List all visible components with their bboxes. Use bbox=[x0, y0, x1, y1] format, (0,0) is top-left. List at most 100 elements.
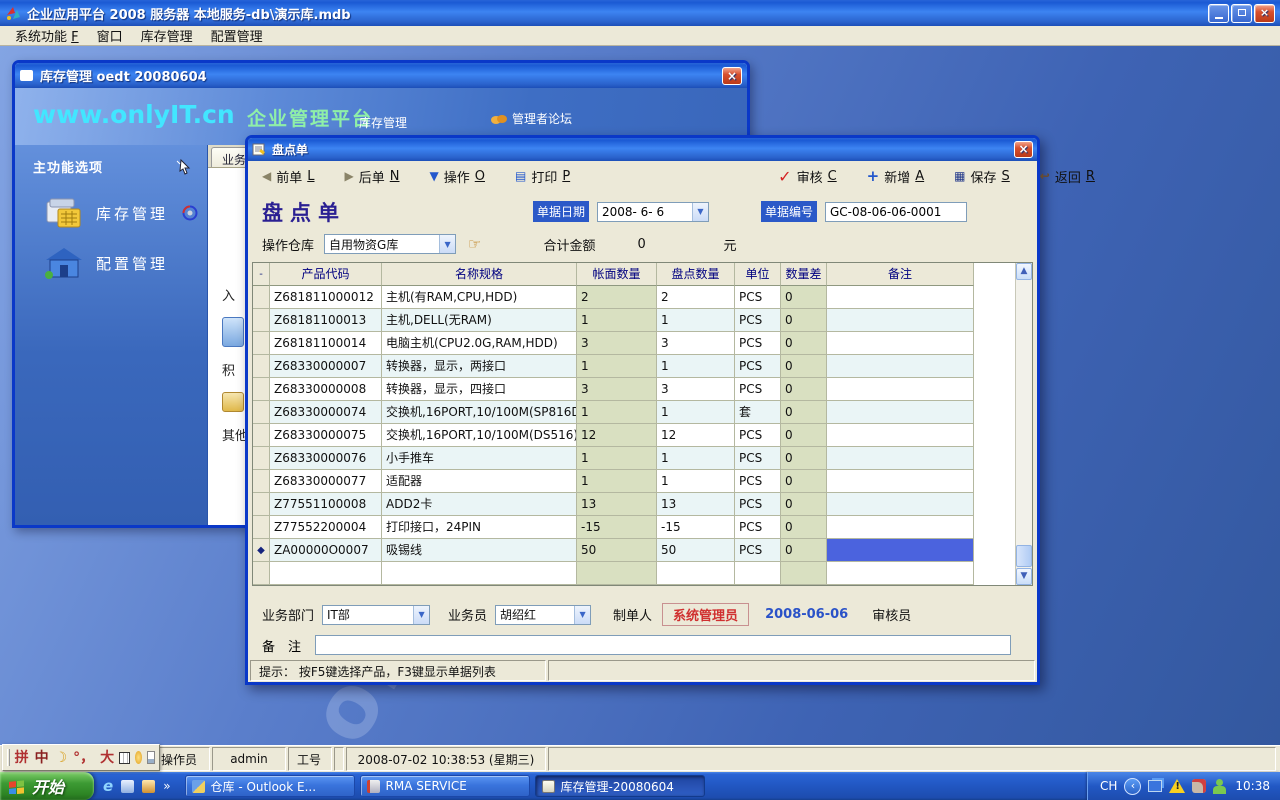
minimize-button[interactable] bbox=[1208, 3, 1229, 23]
warning-icon[interactable] bbox=[1169, 779, 1186, 793]
table-cell[interactable]: 3 bbox=[577, 378, 657, 402]
remark-input[interactable] bbox=[315, 635, 1011, 656]
table-cell[interactable] bbox=[827, 447, 974, 471]
drag-handle-icon[interactable] bbox=[7, 749, 10, 766]
start-button[interactable]: 开始 bbox=[0, 772, 94, 800]
table-cell[interactable]: 1 bbox=[577, 447, 657, 471]
table-cell[interactable]: PCS bbox=[735, 539, 781, 563]
quick-launch-icon[interactable] bbox=[142, 779, 156, 793]
menu-item[interactable]: 系统功能 F bbox=[6, 25, 88, 46]
table-cell[interactable]: Z68181100013 bbox=[270, 309, 382, 333]
table-cell[interactable]: 0 bbox=[781, 447, 827, 471]
language-indicator[interactable]: CH bbox=[1100, 779, 1117, 793]
table-cell[interactable]: Z68181100014 bbox=[270, 332, 382, 356]
vertical-scrollbar[interactable]: ▲ ▼ bbox=[1015, 263, 1032, 586]
chevron-down-icon[interactable]: ▼ bbox=[439, 235, 456, 254]
dialog-title-bar[interactable]: 盘点单 × bbox=[248, 138, 1037, 161]
ime-notepad-icon[interactable] bbox=[146, 751, 155, 764]
table-row[interactable]: Z68330000076 小手推车 1 1 PCS 0 bbox=[253, 447, 975, 471]
table-cell[interactable]: 12 bbox=[577, 424, 657, 448]
table-cell[interactable]: 12 bbox=[657, 424, 735, 448]
print-button[interactable]: ▤ 打印 P bbox=[515, 167, 570, 186]
table-row[interactable]: Z68330000075 交换机,16PORT,10/100M(DS516) 12 1… bbox=[253, 424, 975, 448]
table-cell[interactable]: PCS bbox=[735, 309, 781, 333]
taskbar-task-button[interactable]: 库存管理-20080604 bbox=[534, 775, 705, 797]
audit-button[interactable]: ✓ 审核 C bbox=[778, 167, 837, 186]
table-cell[interactable] bbox=[827, 309, 974, 333]
table-cell[interactable]: 1 bbox=[657, 401, 735, 425]
table-cell[interactable] bbox=[577, 562, 657, 586]
table-cell[interactable]: 13 bbox=[657, 493, 735, 517]
table-cell[interactable]: Z68330000075 bbox=[270, 424, 382, 448]
table-cell[interactable] bbox=[827, 355, 974, 379]
table-cell[interactable]: ZA00000O0007 bbox=[270, 539, 382, 563]
table-cell[interactable] bbox=[270, 562, 382, 586]
table-cell[interactable]: 0 bbox=[781, 286, 827, 310]
table-cell[interactable]: 0 bbox=[781, 424, 827, 448]
table-cell[interactable]: 0 bbox=[781, 401, 827, 425]
table-cell[interactable]: 3 bbox=[577, 332, 657, 356]
table-cell[interactable]: 打印接口，24PIN bbox=[382, 516, 577, 540]
table-cell[interactable] bbox=[827, 286, 974, 310]
table-cell[interactable] bbox=[735, 562, 781, 586]
table-cell[interactable]: Z68330000007 bbox=[270, 355, 382, 379]
taskbar-task-button[interactable]: RMA SERVICE bbox=[359, 775, 530, 797]
pointing-hand-icon[interactable]: ☞ bbox=[468, 235, 481, 253]
table-cell[interactable]: 13 bbox=[577, 493, 657, 517]
new-button[interactable]: + 新增 A bbox=[867, 167, 925, 186]
table-cell[interactable]: 0 bbox=[781, 309, 827, 333]
ime-item[interactable]: ☽ bbox=[55, 751, 68, 765]
table-cell[interactable]: PCS bbox=[735, 286, 781, 310]
table-cell[interactable]: Z77552200004 bbox=[270, 516, 382, 540]
date-combobox[interactable]: 2008- 6- 6 ▼ bbox=[596, 201, 709, 222]
table-cell[interactable] bbox=[382, 562, 577, 586]
table-cell[interactable]: 50 bbox=[657, 539, 735, 563]
collapse-tray-icon[interactable]: ‹ bbox=[1124, 777, 1142, 795]
table-cell[interactable]: Z681811000012 bbox=[270, 286, 382, 310]
table-cell[interactable]: 吸锡线 bbox=[382, 539, 577, 563]
chevron-more-icon[interactable]: » bbox=[163, 779, 170, 793]
table-cell[interactable] bbox=[827, 424, 974, 448]
network-icon[interactable] bbox=[1148, 780, 1163, 792]
table-row[interactable]: Z68330000007 转换器，显示，两接口 1 1 PCS 0 bbox=[253, 355, 975, 379]
next-button[interactable]: ▶ 后单 N bbox=[345, 167, 400, 186]
table-row[interactable]: Z68330000008 转换器，显示，四接口 3 3 PCS 0 bbox=[253, 378, 975, 402]
ime-item[interactable]: 中 bbox=[35, 751, 49, 765]
ie-icon[interactable]: e bbox=[103, 777, 113, 795]
table-cell[interactable]: 0 bbox=[781, 516, 827, 540]
warehouse-combobox[interactable]: 自用物资G库 ▼ bbox=[324, 234, 457, 255]
save-button[interactable]: ▦ 保存 S bbox=[954, 167, 1010, 186]
scrollbar-thumb[interactable] bbox=[1016, 545, 1032, 568]
table-cell[interactable] bbox=[827, 401, 974, 425]
table-cell[interactable]: 交换机,16PORT,10/100M(DS516) bbox=[382, 424, 577, 448]
table-cell[interactable]: PCS bbox=[735, 355, 781, 379]
table-cell[interactable]: -15 bbox=[577, 516, 657, 540]
table-cell[interactable] bbox=[827, 470, 974, 494]
table-row[interactable]: Z681811000012 主机(有RAM,CPU,HDD) 2 2 PCS 0 bbox=[253, 286, 975, 310]
table-cell[interactable]: 转换器，显示，两接口 bbox=[382, 355, 577, 379]
table-cell[interactable]: Z68330000076 bbox=[270, 447, 382, 471]
table-cell[interactable]: 1 bbox=[657, 447, 735, 471]
menu-item[interactable]: 库存管理 bbox=[132, 25, 202, 46]
forum-link[interactable]: 管理者论坛 bbox=[491, 110, 572, 127]
table-cell[interactable]: 50 bbox=[577, 539, 657, 563]
table-cell[interactable]: 主机,DELL(无RAM) bbox=[382, 309, 577, 333]
scroll-down-icon[interactable]: ▼ bbox=[1016, 568, 1032, 586]
table-cell[interactable]: 套 bbox=[735, 401, 781, 425]
doc-no-input[interactable] bbox=[825, 201, 967, 222]
table-cell[interactable]: 0 bbox=[781, 493, 827, 517]
table-row[interactable]: Z77551100008 ADD2卡 13 13 PCS 0 bbox=[253, 493, 975, 517]
table-row[interactable]: ◆ ZA00000O0007 吸锡线 50 50 PCS 0 bbox=[253, 539, 975, 563]
ime-option-icon[interactable] bbox=[134, 751, 142, 764]
table-cell[interactable]: PCS bbox=[735, 470, 781, 494]
messenger-icon[interactable] bbox=[1213, 778, 1227, 794]
chevron-down-icon[interactable]: ▼ bbox=[574, 605, 591, 624]
ime-item[interactable]: °， bbox=[73, 751, 94, 765]
ime-item[interactable]: 大 bbox=[100, 751, 114, 765]
menu-item[interactable]: 窗口 bbox=[88, 25, 132, 46]
table-cell[interactable]: 交换机,16PORT,10/100M(SP816D) bbox=[382, 401, 577, 425]
sidebar-item-inventory[interactable]: 库存管理 bbox=[15, 188, 207, 238]
table-cell[interactable]: PCS bbox=[735, 332, 781, 356]
table-cell[interactable]: PCS bbox=[735, 424, 781, 448]
table-cell[interactable]: 0 bbox=[781, 378, 827, 402]
